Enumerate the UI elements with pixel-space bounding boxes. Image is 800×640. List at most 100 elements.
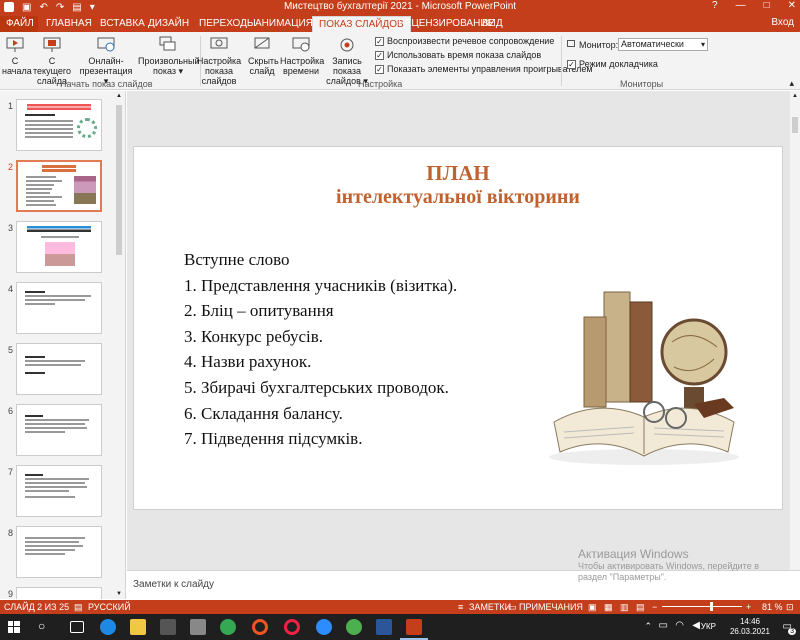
slide-thumbnail-5[interactable] xyxy=(16,343,102,395)
sign-in-link[interactable]: Вход xyxy=(771,17,794,28)
slide-thumbnail-8[interactable] xyxy=(16,526,102,578)
presenter-view-checkbox[interactable]: ✓ Режим докладчика xyxy=(567,59,658,69)
scroll-down-icon[interactable]: ▼ xyxy=(116,591,122,597)
list-item: 3. Конкурс ребусів. xyxy=(184,326,323,346)
custom-show-icon xyxy=(159,36,176,51)
edge-icon[interactable] xyxy=(100,619,116,635)
slide-number: 2 xyxy=(8,162,14,172)
slide-thumbnail-4[interactable] xyxy=(16,282,102,334)
notes-icon: ≡ xyxy=(458,602,464,612)
file-explorer-icon[interactable] xyxy=(130,619,146,635)
tab-animation[interactable]: АНИМАЦИЯ xyxy=(249,16,319,32)
slideshow-current-icon xyxy=(43,37,61,52)
slide-thumbnail-1[interactable] xyxy=(16,99,102,151)
taskbar-clock[interactable]: 14:46 26.03.2021 xyxy=(730,617,770,637)
network-icon[interactable]: ▭ xyxy=(659,620,668,631)
editor-scrollbar[interactable]: ▲ xyxy=(790,91,800,570)
opera-icon[interactable] xyxy=(252,619,268,635)
slideshow-start-icon xyxy=(6,37,24,52)
spellcheck-icon[interactable]: ▤ xyxy=(74,602,83,613)
collapse-ribbon-icon[interactable]: ▴ xyxy=(789,78,794,89)
slide-number: 9 xyxy=(8,589,14,599)
scrollbar-thumb[interactable] xyxy=(792,117,798,133)
hide-slide-button[interactable]: Скрыть слайд xyxy=(248,34,279,76)
thumbnail-title-lines xyxy=(27,104,91,110)
tray-chevron-icon[interactable]: ⌃ xyxy=(644,621,652,632)
slide-thumbnail-3[interactable] xyxy=(16,221,102,273)
notes-toggle[interactable]: ЗАМЕТКИ xyxy=(469,602,511,612)
list-item: 5. Збирачі бухгалтерських проводок. xyxy=(184,377,449,397)
zoom-in-icon[interactable]: + xyxy=(746,602,751,612)
checkmark-icon: ✓ xyxy=(375,50,384,60)
monitor-icon xyxy=(567,40,575,47)
from-start-button[interactable]: С начала xyxy=(2,34,32,76)
input-language[interactable]: УКР xyxy=(701,622,716,631)
normal-view-icon[interactable]: ▣ xyxy=(588,602,597,613)
help-button[interactable]: ? xyxy=(712,0,718,11)
list-item: 2. Бліц – опитування xyxy=(184,301,334,321)
slide-thumbnail-7[interactable] xyxy=(16,465,102,517)
search-icon[interactable]: ○ xyxy=(38,619,45,633)
thumbnail-books-image xyxy=(74,176,96,204)
slide-thumbnail-6[interactable] xyxy=(16,404,102,456)
reading-view-icon[interactable]: ▥ xyxy=(620,602,629,613)
word-icon[interactable] xyxy=(376,619,392,635)
chrome-icon[interactable] xyxy=(220,619,236,635)
language-indicator[interactable]: РУССКИЙ xyxy=(88,602,131,612)
rehearse-timings-button[interactable]: Настройка времени xyxy=(280,34,324,76)
setup-show-icon xyxy=(210,37,228,49)
volume-icon[interactable]: ◀ xyxy=(692,620,700,631)
slide-title-line-2[interactable]: інтелектуальної вікторини xyxy=(134,186,782,209)
fit-slide-icon[interactable]: ⊡ xyxy=(786,602,794,613)
slide-thumbnail-2[interactable] xyxy=(16,160,102,212)
powerpoint-icon[interactable] xyxy=(406,619,422,635)
media-player-icon[interactable] xyxy=(346,619,362,635)
zoom-level[interactable]: 81 % xyxy=(762,602,783,612)
zoom-app-icon[interactable] xyxy=(316,619,332,635)
photos-icon[interactable] xyxy=(190,619,206,635)
checkmark-icon: ✓ xyxy=(375,64,384,74)
setup-show-button[interactable]: Настройка показа слайдов xyxy=(190,34,248,86)
tab-home[interactable]: ГЛАВНАЯ xyxy=(40,16,98,32)
scroll-up-icon[interactable]: ▲ xyxy=(116,93,122,99)
zoom-slider-thumb[interactable] xyxy=(710,602,713,611)
slide-sorter-icon[interactable]: ▦ xyxy=(604,602,613,613)
current-slide[interactable]: ПЛАН інтелектуальної вікторини Вступне с… xyxy=(133,146,783,510)
play-narrations-checkbox[interactable]: ✓ Воспроизвести речевое сопровождение xyxy=(375,36,554,46)
zoom-slider[interactable] xyxy=(662,602,742,611)
thumbnails-scrollbar[interactable]: ▲ ▼ xyxy=(114,91,124,599)
opera-gx-icon[interactable] xyxy=(284,619,300,635)
scroll-up-icon[interactable]: ▲ xyxy=(792,93,798,99)
zoom-out-icon[interactable]: − xyxy=(652,602,657,612)
tab-file[interactable]: ФАЙЛ xyxy=(0,16,38,32)
slide-number: 4 xyxy=(8,284,14,294)
tab-view[interactable]: ВИД xyxy=(476,16,509,32)
close-button[interactable]: ✕ xyxy=(788,0,796,11)
slide-thumbnail-9[interactable] xyxy=(16,587,102,599)
notification-badge: 3 xyxy=(788,628,796,635)
task-view-icon[interactable] xyxy=(70,621,84,633)
windows-start-icon[interactable] xyxy=(8,621,20,633)
monitor-select[interactable]: Автоматически ▾ xyxy=(618,38,708,51)
slide-number: 1 xyxy=(8,101,14,111)
custom-show-button[interactable]: Произвольный показ ▾ xyxy=(138,34,200,76)
windows-activation-watermark: Активация Windows Чтобы активировать Win… xyxy=(578,547,759,582)
group-label-setup: Настройка xyxy=(358,79,403,89)
thumbnail-title-lines xyxy=(42,165,76,172)
wifi-icon[interactable]: ◠ xyxy=(675,620,684,631)
maximize-button[interactable]: □ xyxy=(764,0,770,11)
minimize-button[interactable]: — xyxy=(736,0,746,11)
books-globe-image[interactable] xyxy=(544,272,744,472)
scrollbar-thumb[interactable] xyxy=(116,105,122,255)
hide-slide-icon xyxy=(254,37,270,49)
windows-taskbar: ○ ⌃ ▭ ◠ ◀ УКР 14:46 26.03.2021 ▭ 3 xyxy=(0,614,800,640)
use-timings-checkbox[interactable]: ✓ Использовать время показа слайдов xyxy=(375,50,541,60)
slide-title-line-1[interactable]: ПЛАН xyxy=(134,161,782,186)
comments-toggle[interactable]: ПРИМЕЧАНИЯ xyxy=(519,602,583,612)
slideshow-view-icon[interactable]: ▤ xyxy=(636,602,645,613)
show-media-controls-checkbox[interactable]: ✓ Показать элементы управления проигрыва… xyxy=(375,64,593,74)
tab-design[interactable]: ДИЗАЙН xyxy=(142,16,195,32)
store-icon[interactable] xyxy=(160,619,176,635)
slide-body-text[interactable]: Вступне слово 1. Представлення учасників… xyxy=(184,247,457,452)
group-label-monitors: Мониторы xyxy=(620,79,664,89)
